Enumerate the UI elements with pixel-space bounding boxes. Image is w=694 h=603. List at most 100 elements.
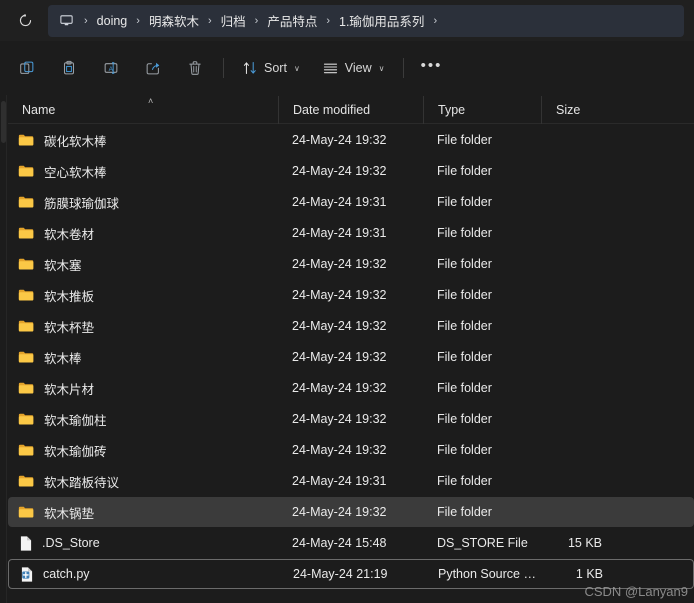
table-row[interactable]: catch.py 24-May-24 21:19 Python Source Fil…: [8, 559, 694, 589]
table-row[interactable]: 软木瑜伽砖 24-May-24 19:32 File folder: [8, 435, 694, 465]
table-row[interactable]: 软木棒 24-May-24 19:32 File folder: [8, 342, 694, 372]
navigation-pane-handle[interactable]: [1, 101, 6, 143]
file-name-label: 碳化软木棒: [44, 134, 107, 149]
file-date-cell: 24-May-24 21:19: [293, 567, 388, 581]
file-type-cell: File folder: [437, 412, 492, 426]
table-row[interactable]: 软木片材 24-May-24 19:32 File folder: [8, 373, 694, 403]
table-row[interactable]: 软木塞 24-May-24 19:32 File folder: [8, 249, 694, 279]
file-type-cell: File folder: [437, 350, 492, 364]
file-name-cell[interactable]: 软木卷材: [8, 224, 278, 243]
folder-icon: [18, 475, 34, 487]
table-row[interactable]: 软木踏板待议 24-May-24 19:31 File folder: [8, 466, 694, 496]
table-row[interactable]: 软木卷材 24-May-24 19:31 File folder: [8, 218, 694, 248]
command-bar: A Sort ∨ View ∨ •••: [0, 41, 694, 95]
this-pc-icon: [60, 15, 73, 26]
navigation-pane-edge[interactable]: [0, 95, 7, 603]
breadcrumb-separator[interactable]: ›: [430, 8, 440, 34]
breadcrumb-item-doing[interactable]: doing: [91, 8, 134, 34]
file-name-label: 筋膜球瑜伽球: [44, 196, 120, 211]
file-type-cell: DS_STORE File: [437, 536, 528, 550]
file-date-cell: 24-May-24 19:32: [292, 443, 387, 457]
rename-button[interactable]: A: [92, 51, 130, 85]
breadcrumb-item-product-features[interactable]: 产品特点: [261, 8, 323, 34]
refresh-button[interactable]: [8, 6, 42, 36]
file-name-label: 软木片材: [44, 382, 95, 397]
view-button[interactable]: View ∨: [313, 51, 394, 85]
file-name-cell[interactable]: 软木推板: [8, 286, 278, 305]
table-row[interactable]: .DS_Store 24-May-24 15:48 DS_STORE File 15 …: [8, 528, 694, 558]
breadcrumb-separator[interactable]: ›: [252, 8, 262, 34]
chevron-down-icon: ∨: [293, 63, 300, 73]
file-list: 碳化软木棒 24-May-24 19:32 File folder 空心软木棒 24-M…: [8, 125, 694, 603]
file-size-cell: 15 KB: [567, 536, 602, 550]
paste-button[interactable]: [50, 51, 88, 85]
file-name-label: 软木棒: [44, 351, 82, 366]
breadcrumb-separator[interactable]: ›: [81, 8, 91, 34]
copy-button[interactable]: [8, 51, 46, 85]
file-date-cell: 24-May-24 19:32: [292, 412, 387, 426]
table-row[interactable]: 软木锅垫 24-May-24 19:32 File folder: [8, 497, 694, 527]
file-name-cell[interactable]: 软木杯垫: [8, 317, 278, 336]
file-type-cell: File folder: [437, 164, 492, 178]
file-type-cell: File folder: [437, 288, 492, 302]
table-row[interactable]: 软木瑜伽柱 24-May-24 19:32 File folder: [8, 404, 694, 434]
file-name-cell[interactable]: 软木锅垫: [8, 503, 278, 522]
file-size-cell: 1 KB: [575, 567, 603, 581]
breadcrumb-this-pc[interactable]: [52, 8, 81, 34]
breadcrumb-item-mingsen[interactable]: 明森软木: [143, 8, 205, 34]
file-date-cell: 24-May-24 19:31: [292, 226, 387, 240]
file-name-label: .DS_Store: [42, 536, 100, 550]
file-name-cell[interactable]: 空心软木棒: [8, 162, 278, 181]
file-name-cell[interactable]: 软木塞: [8, 255, 278, 274]
sort-label: Sort: [264, 61, 287, 75]
breadcrumb-separator[interactable]: ›: [323, 8, 333, 34]
breadcrumb-item-archive[interactable]: 归档: [215, 8, 252, 34]
file-name-cell[interactable]: 软木片材: [8, 379, 278, 398]
column-header-size[interactable]: Size: [541, 95, 616, 124]
file-type-cell: File folder: [437, 133, 492, 147]
column-header-date-modified[interactable]: Date modified: [278, 95, 423, 124]
table-row[interactable]: 软木推板 24-May-24 19:32 File folder: [8, 280, 694, 310]
column-header-date-label: Date modified: [293, 102, 371, 117]
share-icon: [146, 62, 160, 75]
breadcrumb-separator[interactable]: ›: [205, 8, 215, 34]
file-date-cell: 24-May-24 19:32: [292, 164, 387, 178]
file-name-cell[interactable]: 软木踏板待议: [8, 472, 278, 491]
file-name-label: 软木瑜伽柱: [44, 413, 107, 428]
folder-icon: [18, 196, 34, 208]
file-explorer-window: › doing › 明森软木 › 归档 › 产品特点 › 1.瑜伽用品系列 ›: [0, 0, 694, 603]
table-row[interactable]: 碳化软木棒 24-May-24 19:32 File folder: [8, 125, 694, 155]
file-name-cell[interactable]: catch.py: [9, 566, 279, 583]
file-name-label: 软木塞: [44, 258, 82, 273]
file-name-cell[interactable]: 软木棒: [8, 348, 278, 367]
sort-icon: [243, 61, 256, 75]
file-name-cell[interactable]: 筋膜球瑜伽球: [8, 193, 278, 212]
trash-icon: [189, 61, 201, 75]
file-type-cell: File folder: [437, 381, 492, 395]
folder-icon: [18, 289, 34, 301]
chevron-down-icon: ∨: [378, 63, 385, 73]
folder-icon: [18, 413, 34, 425]
table-row[interactable]: 软木杯垫 24-May-24 19:32 File folder: [8, 311, 694, 341]
file-name-cell[interactable]: .DS_Store: [8, 535, 278, 552]
file-name-cell[interactable]: 软木瑜伽柱: [8, 410, 278, 429]
breadcrumb-item-yoga-series[interactable]: 1.瑜伽用品系列: [333, 8, 430, 34]
file-date-cell: 24-May-24 19:32: [292, 288, 387, 302]
toolbar-divider: [223, 58, 224, 78]
share-button[interactable]: [134, 51, 172, 85]
file-name-label: 空心软木棒: [44, 165, 107, 180]
file-name-cell[interactable]: 软木瑜伽砖: [8, 441, 278, 460]
delete-button[interactable]: [176, 51, 214, 85]
table-row[interactable]: 空心软木棒 24-May-24 19:32 File folder: [8, 156, 694, 186]
table-row[interactable]: 筋膜球瑜伽球 24-May-24 19:31 File folder: [8, 187, 694, 217]
file-name-cell[interactable]: 碳化软木棒: [8, 131, 278, 150]
see-more-button[interactable]: •••: [413, 51, 451, 85]
toolbar-divider: [402, 58, 404, 78]
column-header-type[interactable]: Type: [423, 95, 541, 124]
file-name-label: catch.py: [43, 567, 90, 581]
breadcrumb-separator[interactable]: ›: [133, 8, 143, 34]
column-header-name[interactable]: Name ˄: [8, 96, 278, 124]
sort-button[interactable]: Sort ∨: [233, 51, 309, 85]
file-date-cell: 24-May-24 19:32: [292, 257, 387, 271]
column-header-name-label: Name: [22, 102, 56, 117]
